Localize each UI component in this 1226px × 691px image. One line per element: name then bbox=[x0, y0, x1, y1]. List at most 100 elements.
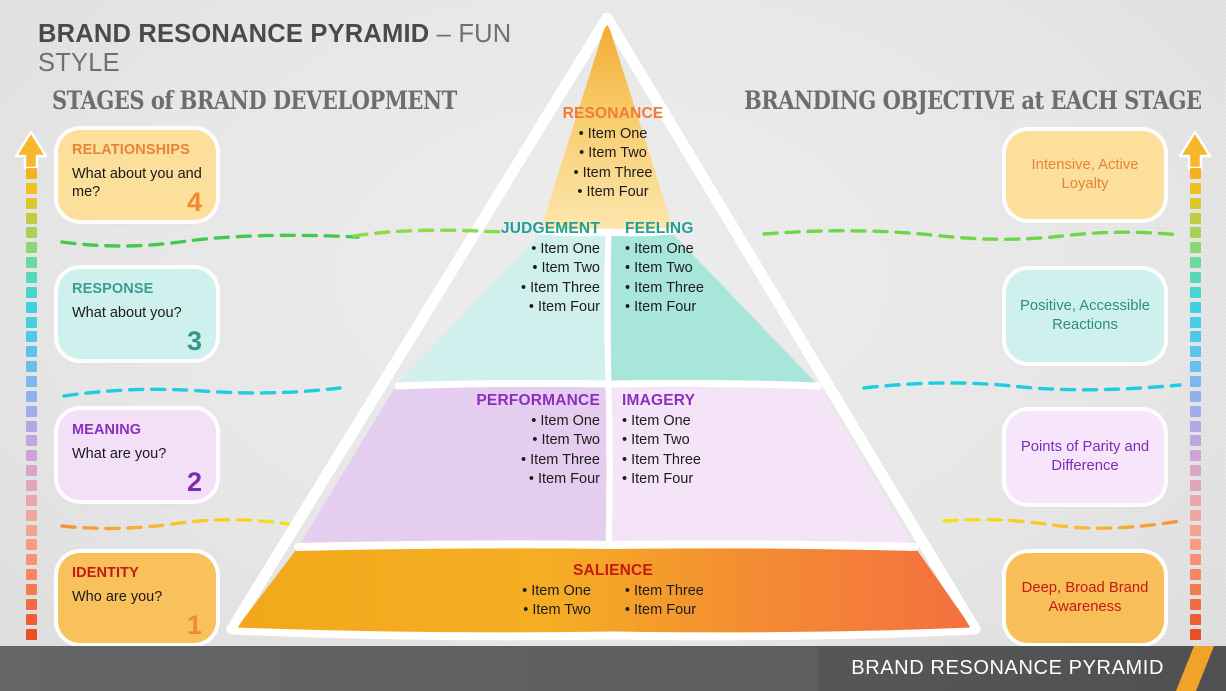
progress-arrow-left bbox=[14, 130, 48, 640]
arrow-dot bbox=[25, 242, 37, 254]
arrow-dot bbox=[25, 613, 37, 625]
divider-warm-right bbox=[942, 512, 1182, 534]
arrow-dot bbox=[1189, 524, 1201, 536]
arrow-dot bbox=[25, 435, 37, 447]
arrow-dot bbox=[1189, 361, 1201, 373]
arrow-dot bbox=[25, 480, 37, 492]
arrow-dot bbox=[25, 539, 37, 551]
list-item: Item Two bbox=[622, 431, 822, 450]
stage-card-response[interactable]: RESPONSE What about you? 3 bbox=[58, 269, 216, 359]
arrow-up-icon bbox=[14, 130, 48, 170]
arrow-dot bbox=[1189, 465, 1201, 477]
arrow-dot bbox=[25, 182, 37, 194]
list-item: Item Three bbox=[410, 279, 600, 298]
objective-text: Intensive, Active Loyalty bbox=[1031, 156, 1139, 192]
list-item: Item Two bbox=[390, 431, 600, 450]
title-dash: – bbox=[429, 20, 459, 48]
tier-imagery: IMAGERY Item One Item Two Item Three Ite… bbox=[622, 392, 822, 489]
list-item: Item Four bbox=[625, 298, 815, 317]
arrow-dot bbox=[1189, 242, 1201, 254]
divider-cyan-left bbox=[62, 380, 342, 402]
arrow-dot bbox=[25, 376, 37, 388]
arrow-dot bbox=[25, 584, 37, 596]
list-item: Item Three bbox=[625, 582, 704, 601]
arrow-dot bbox=[1189, 286, 1201, 298]
stage-number: 3 bbox=[186, 326, 202, 356]
arrow-dot bbox=[1189, 301, 1201, 313]
tier-items-salience-right: Item Three Item Four bbox=[625, 582, 704, 621]
divider-green-right bbox=[762, 224, 1182, 246]
arrow-dot bbox=[1189, 569, 1201, 581]
list-item: Item Four bbox=[390, 470, 600, 489]
arrow-dot bbox=[25, 227, 37, 239]
list-item: Item Four bbox=[622, 470, 822, 489]
tier-title-resonance: RESONANCE bbox=[562, 105, 664, 122]
tier-items-performance: Item One Item Two Item Three Item Four bbox=[390, 412, 600, 489]
list-item: Item Two bbox=[625, 259, 815, 278]
list-item: Item Two bbox=[410, 259, 600, 278]
arrow-dot bbox=[25, 168, 37, 179]
list-item: Item One bbox=[625, 240, 815, 259]
arrow-dot bbox=[1189, 227, 1201, 239]
arrow-dot bbox=[1189, 539, 1201, 551]
arrow-dot bbox=[25, 554, 37, 566]
objective-text: Positive, Accessible Reactions bbox=[1020, 297, 1150, 333]
tier-title-feeling: FEELING bbox=[625, 220, 694, 237]
stage-card-relationships[interactable]: RELATIONSHIPS What about you and me? 4 bbox=[58, 130, 216, 220]
footer-bar: BRAND RESONANCE PYRAMID bbox=[0, 646, 1226, 691]
stage-card-meaning[interactable]: MEANING What are you? 2 bbox=[58, 410, 216, 500]
stage-card-identity[interactable]: IDENTITY Who are you? 1 bbox=[58, 553, 216, 643]
tier-items-resonance: Item One Item Two Item Three Item Four bbox=[507, 125, 719, 202]
list-item: Item One bbox=[522, 582, 591, 601]
stage-title: RESPONSE bbox=[72, 281, 154, 297]
arrow-dot bbox=[25, 331, 37, 343]
list-item: Item Two bbox=[507, 144, 719, 163]
arrow-dot bbox=[1189, 331, 1201, 343]
arrow-dot bbox=[25, 405, 37, 417]
stage-number: 1 bbox=[186, 610, 202, 640]
arrow-up-icon bbox=[1178, 130, 1212, 170]
arrow-dot bbox=[1189, 316, 1201, 328]
divider-green-left bbox=[60, 228, 360, 250]
arrow-dot bbox=[25, 212, 37, 224]
objective-card-loyalty[interactable]: Intensive, Active Loyalty bbox=[1006, 131, 1164, 219]
list-item: Item One bbox=[410, 240, 600, 259]
arrow-dot bbox=[1189, 494, 1201, 506]
divider-cyan-right bbox=[862, 376, 1182, 398]
arrow-dot bbox=[1189, 450, 1201, 462]
arrow-dot bbox=[25, 524, 37, 536]
tier-judgement: JUDGEMENT Item One Item Two Item Three I… bbox=[410, 220, 600, 317]
list-item: Item Three bbox=[625, 279, 815, 298]
arrow-dot bbox=[1189, 480, 1201, 492]
tier-performance: PERFORMANCE Item One Item Two Item Three… bbox=[390, 392, 600, 489]
page-title: BRAND RESONANCE PYRAMID – FUN STYLE bbox=[38, 20, 558, 77]
list-item: Item Four bbox=[625, 601, 704, 620]
list-item: Item One bbox=[622, 412, 822, 431]
arrow-dot bbox=[1189, 212, 1201, 224]
arrow-dot bbox=[25, 628, 37, 640]
arrow-dot bbox=[25, 346, 37, 358]
objective-card-reactions[interactable]: Positive, Accessible Reactions bbox=[1006, 270, 1164, 362]
arrow-dot bbox=[1189, 346, 1201, 358]
arrow-dot bbox=[1189, 598, 1201, 610]
list-item: Item Four bbox=[410, 298, 600, 317]
objective-text: Points of Parity and Difference bbox=[1020, 438, 1150, 474]
stage-title: RELATIONSHIPS bbox=[72, 142, 190, 158]
arrow-dot bbox=[1189, 197, 1201, 209]
footer-left-strip bbox=[0, 646, 818, 691]
arrow-gradient-dots-right bbox=[1178, 168, 1212, 640]
tier-feeling: FEELING Item One Item Two Item Three Ite… bbox=[625, 220, 815, 317]
arrow-gradient-dots-left bbox=[14, 168, 48, 640]
arrow-dot bbox=[25, 301, 37, 313]
arrow-dot bbox=[1189, 628, 1201, 640]
stage-number: 4 bbox=[186, 187, 202, 217]
footer-accent-slash bbox=[1170, 646, 1220, 691]
tier-resonance: RESONANCE Item One Item Two Item Three I… bbox=[507, 105, 719, 202]
divider-warm-left bbox=[60, 512, 290, 534]
objective-card-parity[interactable]: Points of Parity and Difference bbox=[1006, 411, 1164, 503]
objective-card-awareness[interactable]: Deep, Broad Brand Awareness bbox=[1006, 553, 1164, 643]
stage-question: Who are you? bbox=[72, 589, 163, 605]
arrow-dot bbox=[25, 450, 37, 462]
arrow-dot bbox=[25, 286, 37, 298]
heading-stages: STAGES of BRAND DEVELOPMENT bbox=[52, 86, 457, 115]
